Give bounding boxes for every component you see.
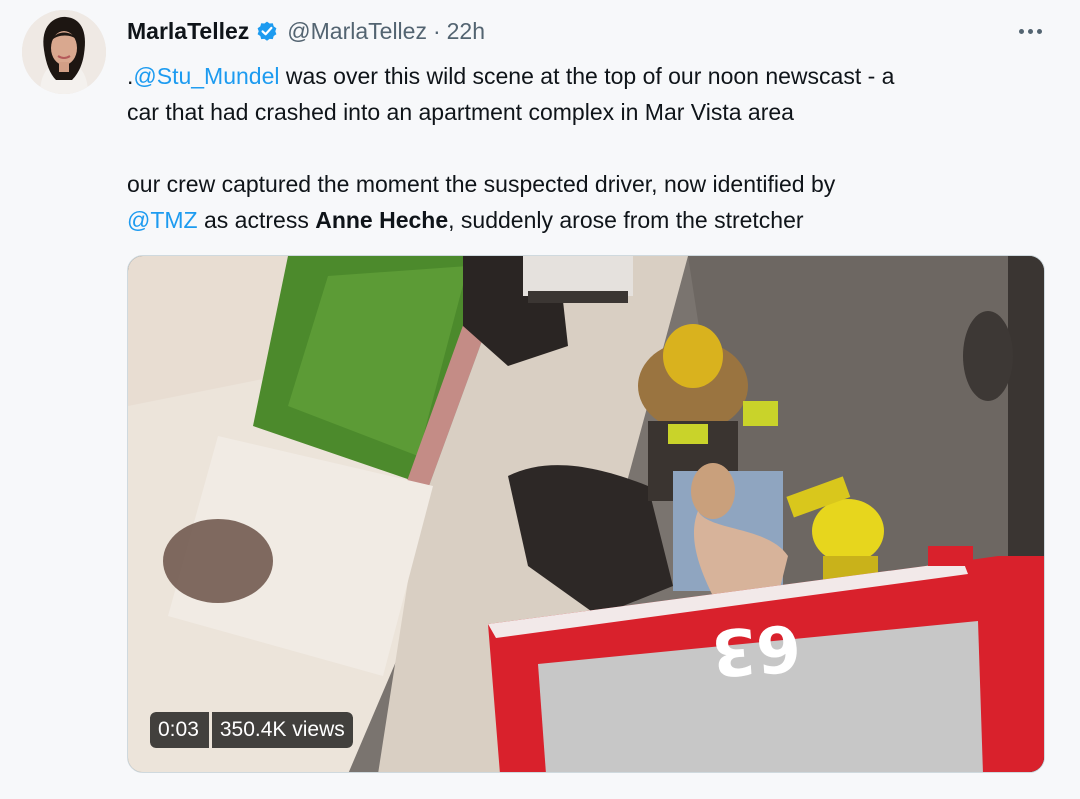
- mention-link[interactable]: @Stu_Mundel: [133, 63, 279, 89]
- video-frame: [128, 256, 1044, 772]
- separator-dot: ·: [432, 17, 441, 44]
- tweet-text: .@Stu_Mundel was over this wild scene at…: [127, 58, 1057, 238]
- tweet-timestamp[interactable]: 22h: [447, 18, 485, 45]
- tweet-line: @TMZ as actress Anne Heche, suddenly aro…: [127, 202, 1057, 238]
- avatar[interactable]: [22, 10, 106, 94]
- text-segment: as actress: [197, 207, 316, 233]
- video-views: 350.4K views: [211, 712, 353, 748]
- more-dot: [1027, 28, 1033, 34]
- text-segment: was over this wild scene at the top of o…: [279, 63, 895, 89]
- video-stats: 0:03 350.4K views: [150, 712, 353, 748]
- tweet-header: MarlaTellez @MarlaTellez · 22h: [127, 16, 485, 46]
- more-dot: [1036, 28, 1042, 34]
- author-handle[interactable]: @MarlaTellez: [287, 18, 427, 45]
- bold-name: Anne Heche: [315, 207, 449, 233]
- verified-badge-icon: [255, 19, 279, 43]
- tweet-line: .@Stu_Mundel was over this wild scene at…: [127, 58, 1057, 94]
- author-display-name[interactable]: MarlaTellez: [127, 18, 249, 45]
- video-duration: 0:03: [150, 712, 209, 748]
- avatar-image: [22, 10, 106, 94]
- tweet-line: car that had crashed into an apartment c…: [127, 99, 794, 125]
- more-options-icon[interactable]: [1008, 16, 1052, 46]
- tweet-line: our crew captured the moment the suspect…: [127, 171, 836, 197]
- more-dot: [1018, 28, 1024, 34]
- text-segment: , suddenly arose from the stretcher: [448, 207, 804, 233]
- tweet-card[interactable]: MarlaTellez @MarlaTellez · 22h .@Stu_Mun…: [0, 0, 1080, 799]
- mention-link[interactable]: @TMZ: [127, 207, 198, 233]
- truck-number: 63: [708, 608, 804, 690]
- video-player[interactable]: 63 0:03 350.4K views: [127, 255, 1045, 773]
